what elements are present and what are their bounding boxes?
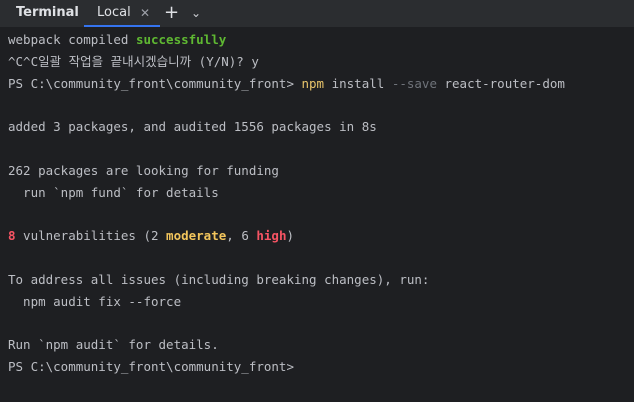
vulnerabilities-line: 8 vulnerabilities (2 moderate, 6 high)	[8, 228, 295, 244]
close-icon[interactable]: ✕	[140, 0, 150, 26]
output-line: To address all issues (including breakin…	[8, 271, 430, 287]
output-line: npm audit fix --force	[8, 293, 182, 309]
command-name: npm	[301, 75, 325, 91]
output-line: run `npm fund` for details	[8, 184, 219, 200]
scrollbar[interactable]	[628, 28, 634, 402]
command-flag: --save	[391, 75, 437, 91]
terminal-window: Terminal Local ✕ + ⌄ webpack compiled su…	[0, 0, 634, 402]
terminal-tab-bar: Terminal Local ✕ + ⌄	[0, 0, 634, 28]
prompt-line: PS C:\community_front\community_front>	[8, 358, 294, 374]
output-line: Run `npm audit` for details.	[8, 337, 219, 353]
high-label: high	[256, 228, 287, 244]
success-text: successfully	[135, 32, 227, 47]
terminal-output[interactable]: webpack compiled successfully ^C^C일괄 작업을…	[8, 29, 628, 378]
tab-label: Local	[97, 5, 131, 20]
command-line: PS C:\community_front\community_front> n…	[8, 75, 565, 91]
chevron-down-icon[interactable]: ⌄	[191, 1, 201, 28]
output-line: webpack compiled successfully	[8, 32, 227, 47]
output-line: ^C^C일괄 작업을 끝내시겠습니까 (Y/N)? y	[8, 53, 259, 69]
output-line: 262 packages are looking for funding	[8, 162, 279, 178]
tab-local[interactable]: Local ✕	[84, 0, 160, 27]
output-line: added 3 packages, and audited 1556 packa…	[8, 119, 377, 135]
tool-window-title: Terminal	[16, 5, 79, 20]
add-icon[interactable]: +	[164, 0, 179, 27]
moderate-label: moderate	[166, 228, 227, 244]
vulnerability-count: 8	[8, 228, 16, 244]
